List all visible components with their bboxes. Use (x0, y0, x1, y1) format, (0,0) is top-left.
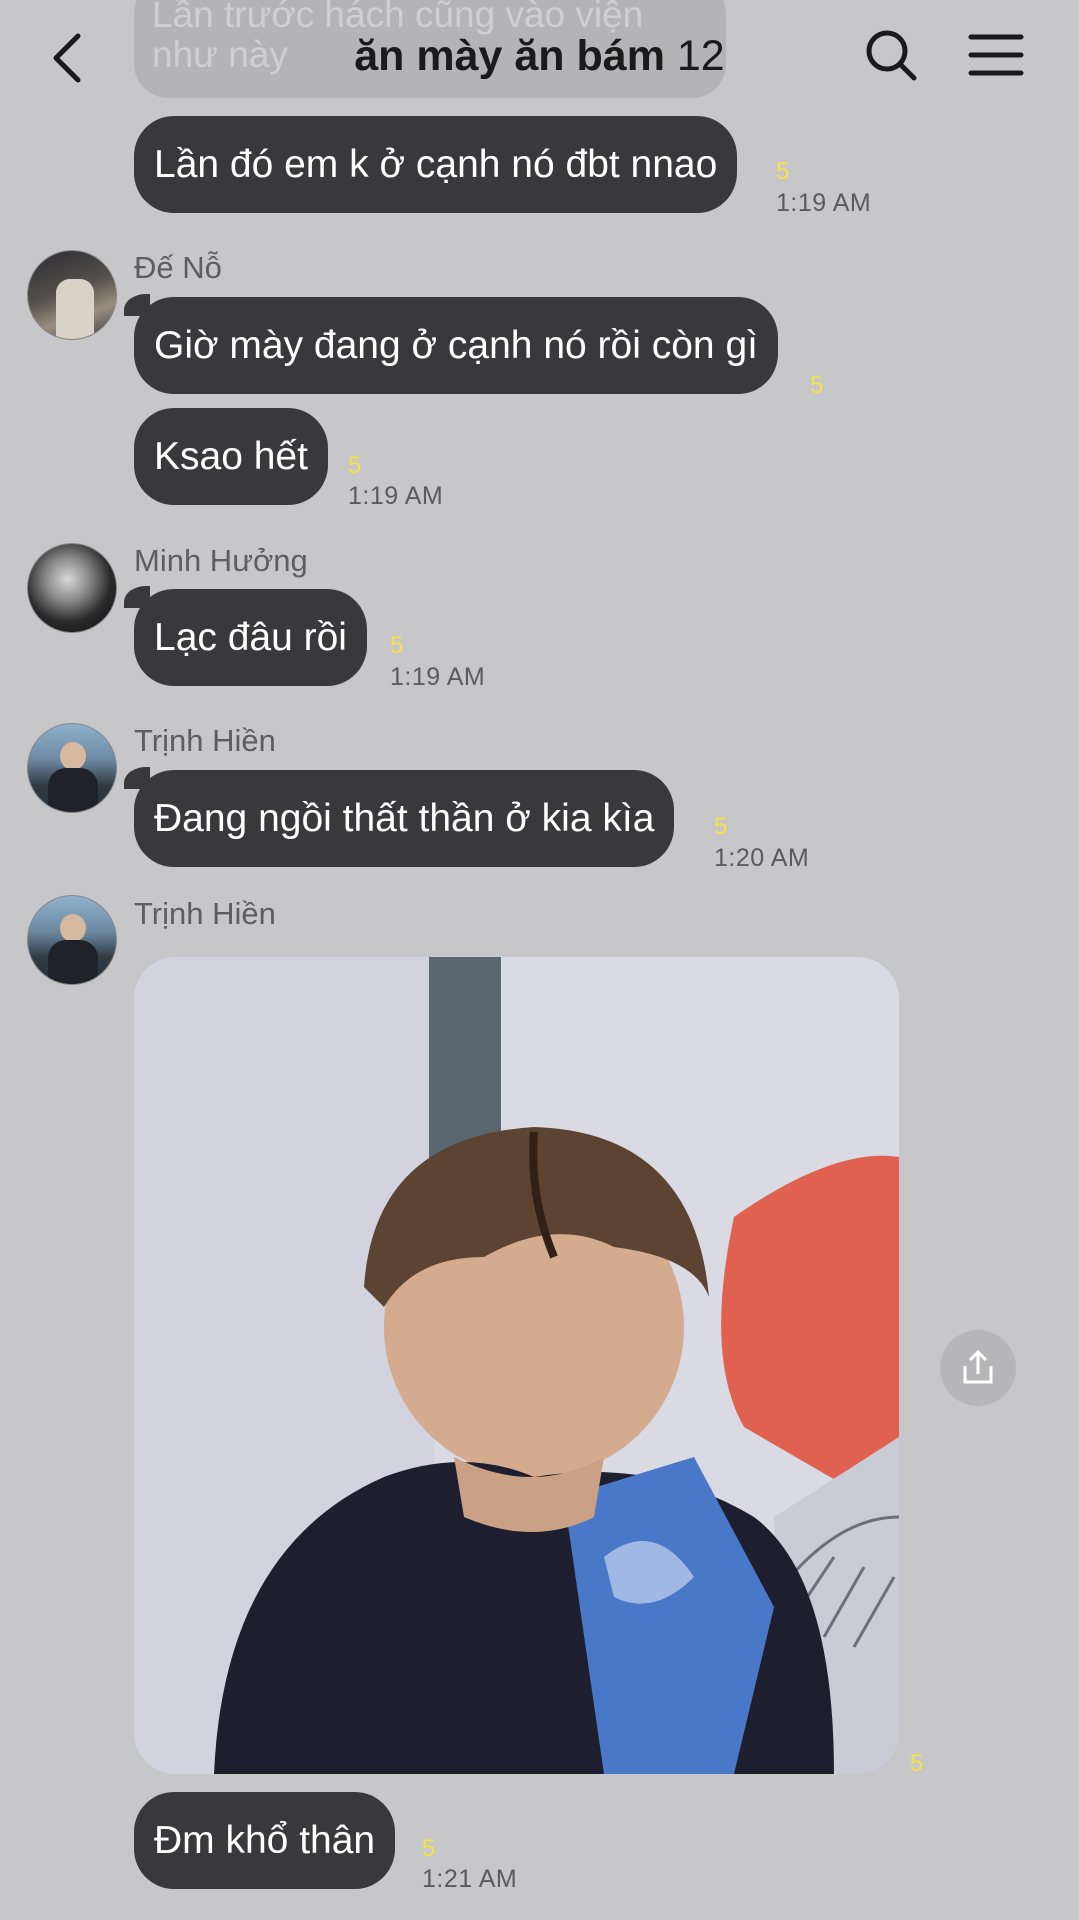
sender-name: Minh Hưởng (134, 543, 308, 578)
sender-name: Đế Nỗ (134, 250, 222, 285)
member-count: 12 (676, 32, 725, 80)
message-text: Đm khổ thân (154, 1819, 376, 1862)
chat-header: ăn mày ăn bám 12 (0, 0, 1079, 115)
unread-count: 5 (776, 158, 790, 185)
avatar-de-no[interactable] (27, 250, 117, 340)
message-text: Giờ mày đang ở cạnh nó rồi còn gì (154, 324, 758, 367)
share-button[interactable] (940, 1330, 1016, 1406)
unread-count: 5 (390, 632, 404, 659)
search-icon (866, 30, 917, 81)
message-bubble[interactable]: Giờ mày đang ở cạnh nó rồi còn gì (134, 297, 778, 394)
message-bubble[interactable]: Ksao hết (134, 408, 328, 505)
shared-photo[interactable] (134, 957, 899, 1774)
message-time: 1:21 AM (422, 1865, 518, 1893)
unread-count: 5 (810, 372, 824, 399)
message-bubble[interactable]: Đm khổ thân (134, 1792, 396, 1889)
photo-image (134, 957, 899, 1774)
sender-name: Trịnh Hiền (134, 896, 276, 931)
avatar-trinh-hien[interactable] (27, 895, 117, 985)
message-text: Lạc đâu rồi (154, 616, 347, 659)
unread-count: 5 (422, 1835, 436, 1862)
unread-count: 5 (348, 452, 362, 479)
unread-count: 5 (910, 1750, 924, 1777)
message-text: Lần đó em k ở cạnh nó đbt nnao (154, 143, 718, 186)
message-time: 1:20 AM (714, 844, 810, 872)
share-upload-icon (963, 1349, 993, 1384)
sender-name: Trịnh Hiền (134, 723, 276, 758)
message-bubble[interactable]: Lạc đâu rồi (134, 589, 367, 686)
message-bubble[interactable]: Đang ngồi thất thần ở kia kìa (134, 770, 675, 867)
message-bubble[interactable]: Lần đó em k ở cạnh nó đbt nnao (134, 116, 738, 213)
message-time: 1:19 AM (776, 189, 872, 217)
hamburger-menu-icon (968, 34, 1024, 76)
menu-button[interactable] (968, 30, 1024, 80)
message-text: Đang ngồi thất thần ở kia kìa (154, 797, 655, 840)
message-text: Ksao hết (154, 435, 308, 478)
message-time: 1:19 AM (348, 482, 444, 510)
chat-title-text: ăn mày ăn bám (354, 32, 665, 80)
unread-count: 5 (714, 813, 728, 840)
search-button[interactable] (862, 26, 922, 86)
avatar-minh-huong[interactable] (27, 543, 117, 633)
message-time: 1:19 AM (390, 663, 486, 691)
avatar-trinh-hien[interactable] (27, 723, 117, 813)
